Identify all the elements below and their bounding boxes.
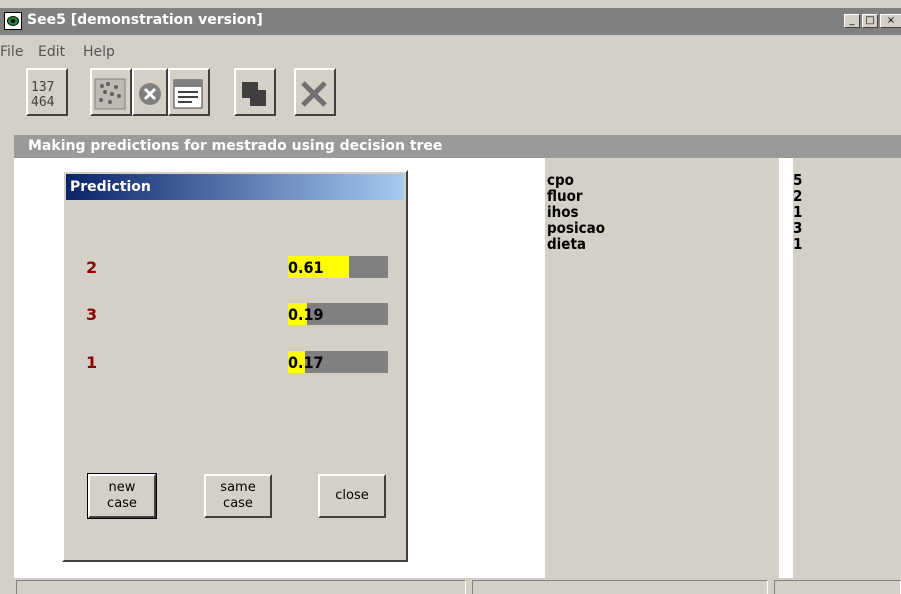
toolbar: 137 464 [12, 68, 412, 120]
stop-button[interactable] [132, 68, 168, 116]
locate-data-button[interactable]: 137 464 [26, 68, 68, 116]
data-numbers-icon: 137 464 [31, 80, 55, 110]
review-output-button[interactable] [168, 68, 210, 116]
prediction-class-label: 2 [86, 258, 98, 277]
attribute-value-posicao[interactable]: 3 [793, 220, 802, 236]
prediction-dialog: Prediction 2 0.61 3 0.19 1 0.17 new case… [62, 170, 408, 562]
app-eye-icon[interactable] [4, 12, 22, 30]
attribute-value-dieta[interactable]: 1 [793, 236, 802, 252]
attribute-value-cpo[interactable]: 5 [793, 172, 802, 188]
svg-text:137: 137 [31, 80, 54, 95]
stop-circle-icon [139, 83, 161, 105]
confidence-bar: 0.19 [288, 303, 388, 325]
confidence-bar: 0.17 [288, 351, 388, 373]
prediction-title-bar: Prediction [66, 174, 404, 200]
attribute-names-panel: cpo fluor ihos posicao dieta [545, 158, 779, 578]
confidence-value: 0.19 [288, 305, 324, 324]
prediction-title: Prediction [70, 179, 151, 195]
attribute-name-ihos: ihos [547, 203, 579, 221]
same-case-button[interactable]: same case [204, 474, 272, 518]
close-button[interactable]: close [318, 474, 386, 518]
cross-reference-button[interactable] [294, 68, 336, 116]
menu-file[interactable]: File [0, 44, 23, 60]
confidence-bar: 0.61 [288, 256, 388, 278]
attribute-name-cpo: cpo [547, 171, 574, 189]
cascade-windows-icon [242, 82, 266, 106]
svg-text:464: 464 [31, 95, 55, 110]
status-bar [14, 578, 901, 594]
maximize-button[interactable]: □ [862, 14, 878, 28]
construct-classifier-button[interactable] [90, 68, 132, 116]
window-title: See5 [demonstration version] [27, 12, 263, 28]
attribute-name-dieta: dieta [547, 235, 586, 253]
close-window-button[interactable]: × [880, 14, 901, 28]
attribute-name-fluor: fluor [547, 187, 583, 205]
menu-help[interactable]: Help [83, 44, 115, 60]
attribute-value-ihos[interactable]: 1 [793, 204, 802, 220]
prediction-class-label: 3 [86, 305, 98, 324]
subtitle-bar: Making predictions for mestrado using de… [14, 135, 901, 158]
title-bar: See5 [demonstration version] _ □ × [0, 8, 901, 35]
menu-bar: File Edit Help [0, 36, 901, 64]
minimize-button[interactable]: _ [844, 14, 860, 28]
attribute-value-fluor[interactable]: 2 [793, 188, 802, 204]
prediction-class-label: 1 [86, 353, 98, 372]
subtitle-text: Making predictions for mestrado using de… [28, 138, 443, 154]
use-classifier-button[interactable] [234, 68, 276, 116]
confidence-value: 0.61 [288, 258, 324, 277]
report-icon [173, 79, 203, 109]
x-cross-icon [301, 81, 327, 107]
scatter-dots-icon [94, 78, 126, 110]
new-case-button[interactable]: new case [87, 473, 157, 519]
attribute-values-panel: 5 2 1 3 1 [793, 158, 901, 578]
menu-edit[interactable]: Edit [38, 44, 65, 60]
confidence-value: 0.17 [288, 353, 324, 372]
attribute-name-posicao: posicao [547, 219, 605, 237]
